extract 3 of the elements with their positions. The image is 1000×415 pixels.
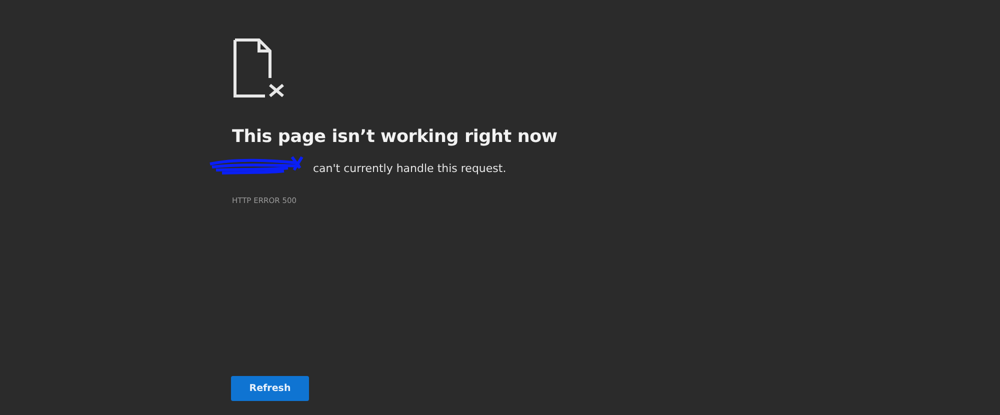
error-title: This page isn’t working right now bbox=[232, 127, 558, 147]
error-message: can't currently handle this request. bbox=[313, 162, 506, 175]
refresh-button[interactable]: Refresh bbox=[231, 376, 309, 401]
